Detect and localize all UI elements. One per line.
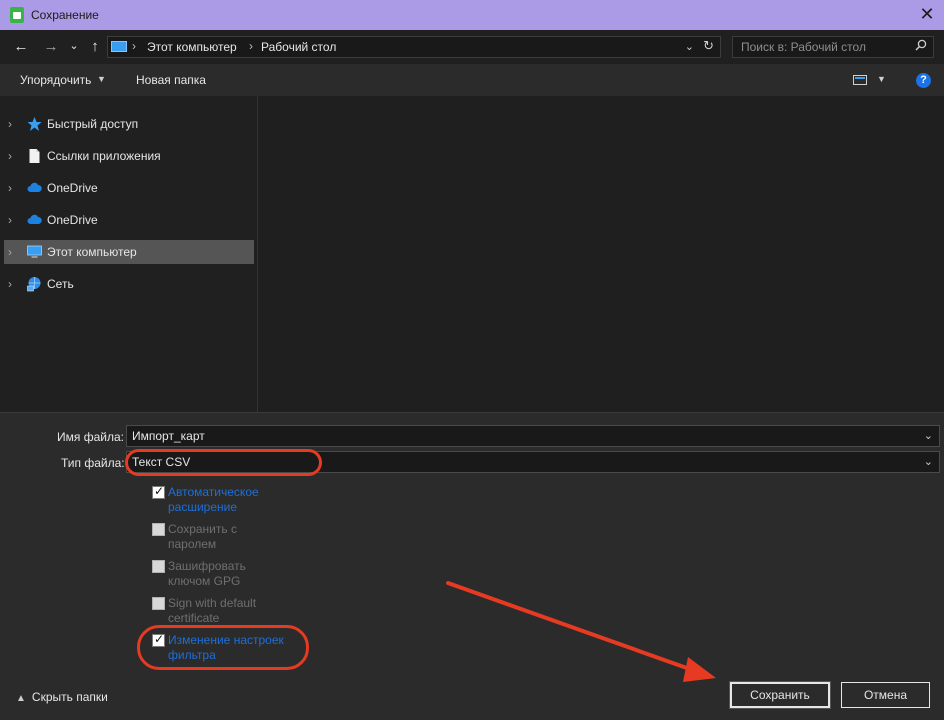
annotation-arrow-icon bbox=[446, 581, 716, 682]
